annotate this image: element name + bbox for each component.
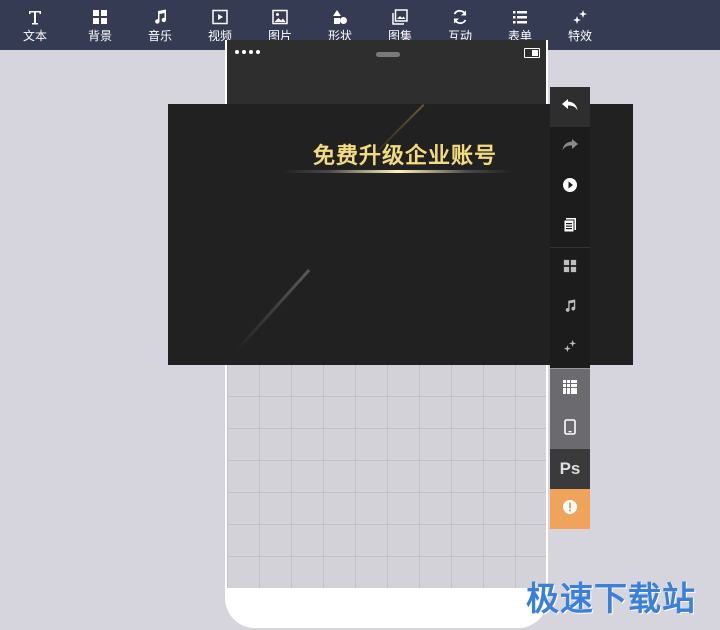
redo-icon (561, 137, 579, 158)
toolbar-effects-button[interactable]: 特效 (550, 0, 610, 50)
sparkle-icon (572, 8, 588, 26)
pattern-grid-icon (563, 379, 577, 399)
battery-icon (524, 48, 540, 58)
shapes-icon (332, 8, 348, 26)
preview-play-icon (562, 177, 578, 198)
side-background-button[interactable] (550, 248, 590, 288)
grey-slash-decoration (234, 269, 311, 353)
video-play-icon (212, 8, 228, 26)
side-music-button[interactable] (550, 288, 590, 328)
toolbar-text-button[interactable]: 文本 (0, 0, 70, 50)
grid-icon (92, 8, 108, 26)
side-tool-panel: Ps (550, 87, 590, 529)
redo-button[interactable] (550, 127, 590, 167)
banner-overflow-left (168, 104, 225, 365)
signal-dots-icon (235, 50, 260, 54)
side-effects-button[interactable] (550, 328, 590, 368)
warning-icon (562, 499, 578, 520)
phone-preview-icon (564, 418, 576, 440)
page-copy-icon (562, 217, 578, 238)
pattern-button[interactable] (550, 369, 590, 409)
toolbar-music-label: 音乐 (147, 28, 172, 43)
preview-button[interactable] (550, 167, 590, 207)
music-note-icon (563, 298, 577, 318)
image-icon (272, 8, 288, 26)
phone-preview-button[interactable] (550, 409, 590, 449)
phone-status-bar (227, 40, 546, 104)
site-watermark: 极速下载站 (526, 579, 696, 618)
toolbar-music-button[interactable]: 音乐 (130, 0, 190, 50)
grid-icon (563, 259, 577, 278)
phone-speaker (376, 52, 400, 57)
banner-glow-line (283, 170, 513, 173)
undo-button[interactable] (550, 87, 590, 127)
sparkle-icon (563, 339, 577, 358)
warning-button[interactable] (550, 489, 590, 529)
gallery-icon (392, 8, 408, 26)
page-list-button[interactable] (550, 207, 590, 247)
music-note-icon (152, 8, 168, 26)
refresh-icon (452, 8, 468, 26)
undo-icon (561, 97, 579, 118)
toolbar-effects-label: 特效 (567, 28, 592, 43)
toolbar-background-label: 背景 (87, 28, 112, 43)
ps-import-button[interactable]: Ps (550, 449, 590, 489)
banner-title: 免费升级企业账号 (313, 144, 498, 169)
toolbar-background-button[interactable]: 背景 (70, 0, 130, 50)
text-icon (27, 8, 43, 26)
toolbar-text-label: 文本 (22, 28, 47, 43)
list-icon (512, 8, 528, 26)
